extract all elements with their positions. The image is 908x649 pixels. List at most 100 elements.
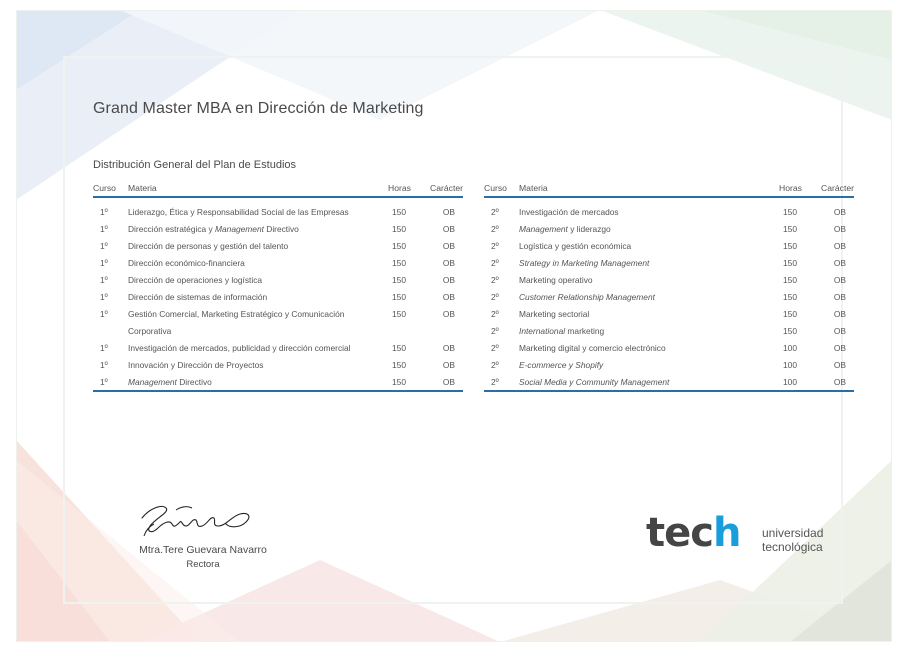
cell-curso: 2º [491,342,499,353]
table-row: 2º Marketing digital y comercio electróni… [484,339,854,356]
cell-curso: 1º [100,240,108,251]
table-row: 2º Marketing sectorial 150 OB [484,305,854,322]
header-horas: Horas [779,180,816,198]
table-row: 1º Investigación de mercados, publicidad … [93,339,463,356]
cell-horas: 150 [392,291,406,302]
table-row: Corporativa [93,322,463,339]
cell-materia: Corporativa [128,325,172,336]
cell-caracter: OB [442,342,455,353]
table-row: 2º Management y liderazgo 150 OB [484,220,854,237]
cell-horas: 150 [392,240,406,251]
table-row: 2º Customer Relationship Management 150 OB [484,288,854,305]
cell-materia: Management y liderazgo [519,223,611,234]
cell-curso: 1º [100,206,108,217]
header-caracter: Carácter [425,180,463,198]
signatory-name: Mtra.Tere Guevara Navarro [139,544,267,556]
table-row: 1º Dirección económico-financiera 150 OB [93,254,463,271]
cell-caracter: OB [442,223,455,234]
cell-horas: 150 [783,325,797,336]
cell-curso: 2º [491,274,499,285]
cell-curso: 1º [93,373,128,392]
cell-horas: 100 [783,342,797,353]
cell-horas: 150 [783,223,797,234]
table-body-right: 2º Investigación de mercados 150 OB 2º Manage… [484,197,854,392]
cell-materia: E-commerce y Shopify [519,359,604,370]
program-title: Grand Master MBA en Dirección de Marketi… [93,100,424,117]
tech-logo: tech universidad tecnológica [646,510,836,560]
cell-caracter: OB [833,257,846,268]
cell-curso: 2º [491,206,499,217]
header-curso: Curso [93,180,128,198]
cell-horas: 150 [392,206,406,217]
plan-subtitle: Distribución General del Plan de Estudio… [93,159,297,171]
cell-curso: 1º [100,274,108,285]
table-row: 2º Marketing operativo 150 OB [484,271,854,288]
cell-caracter: OB [833,274,846,285]
cell-caracter: OB [442,240,455,251]
cell-materia: Customer Relationship Management [519,291,655,302]
cell-caracter: OB [442,359,455,370]
course-table-second-year: Curso Materia Horas Carácter 2º Investiga… [484,180,854,392]
cell-materia: Dirección de sistemas de información [128,291,268,302]
cell-horas: 150 [392,223,406,234]
cell-materia: Marketing digital y comercio electrónico [519,342,666,353]
cell-horas: 150 [783,274,797,285]
cell-curso [93,322,128,339]
cell-materia: Investigación de mercados [519,206,619,217]
cell-materia: Strategy in Marketing Management [519,257,650,268]
cell-curso: 1º [100,342,108,353]
table-row: 2º International marketing 150 OB [484,322,854,339]
cell-materia: Dirección estratégica y Management Direc… [128,223,299,234]
logo-line-tecnologica: tecnológica [762,540,823,554]
cell-caracter [425,322,463,339]
cell-horas: 150 [783,240,797,251]
cell-curso: 2º [491,240,499,251]
table-row: 1º Dirección de sistemas de información 15… [93,288,463,305]
cell-caracter: OB [833,325,846,336]
cell-curso: 1º [100,257,108,268]
cell-curso: 2º [491,325,499,336]
cell-horas: 150 [392,359,406,370]
table-row: 2º Investigación de mercados 150 OB [484,197,854,220]
header-caracter: Carácter [816,180,854,198]
cell-caracter: OB [833,359,846,370]
logo-wordmark: tech [646,510,741,556]
cell-caracter: OB [425,373,463,392]
cell-caracter: OB [833,240,846,251]
cell-curso: 2º [484,373,519,392]
cell-caracter: OB [442,274,455,285]
cell-materia: Social Media y Community Management [519,373,779,392]
header-horas: Horas [388,180,425,198]
cell-caracter: OB [442,291,455,302]
table-row: 2º E-commerce y Shopify 100 OB [484,356,854,373]
course-table-first-year: Curso Materia Horas Carácter 1º Liderazgo… [93,180,463,392]
cell-materia: Marketing operativo [519,274,593,285]
cell-materia: Innovación y Dirección de Proyectos [128,359,264,370]
cell-horas: 150 [392,342,406,353]
table-row: 1º Dirección de personas y gestión del ta… [93,237,463,254]
table-row: 1º Innovación y Dirección de Proyectos 150… [93,356,463,373]
cell-horas: 150 [392,257,406,268]
cell-caracter: OB [833,342,846,353]
cell-curso: 2º [491,308,499,319]
logo-line-universidad: universidad [762,526,824,540]
cell-caracter: OB [833,206,846,217]
signatory-role: Rectora [186,559,220,570]
cell-curso: 1º [100,223,108,234]
table-row: 1º Gestión Comercial, Marketing Estratégi… [93,305,463,322]
table-row: 1º Dirección de operaciones y logística 15… [93,271,463,288]
cell-caracter: OB [442,257,455,268]
cell-horas: 150 [783,206,797,217]
cell-caracter: OB [833,308,846,319]
header-materia: Materia [519,180,779,198]
table-row: 2º Social Media y Community Management 100… [484,373,854,392]
cell-materia: Dirección económico-financiera [128,257,245,268]
table-header-row: Curso Materia Horas Carácter [93,180,463,198]
cell-materia: Gestión Comercial, Marketing Estratégico… [128,308,345,319]
cell-horas: 150 [392,274,406,285]
cell-curso: 2º [491,223,499,234]
table-header-row: Curso Materia Horas Carácter [484,180,854,198]
cell-caracter: OB [816,373,854,392]
cell-materia: International marketing [519,325,605,336]
cell-horas: 150 [392,308,406,319]
